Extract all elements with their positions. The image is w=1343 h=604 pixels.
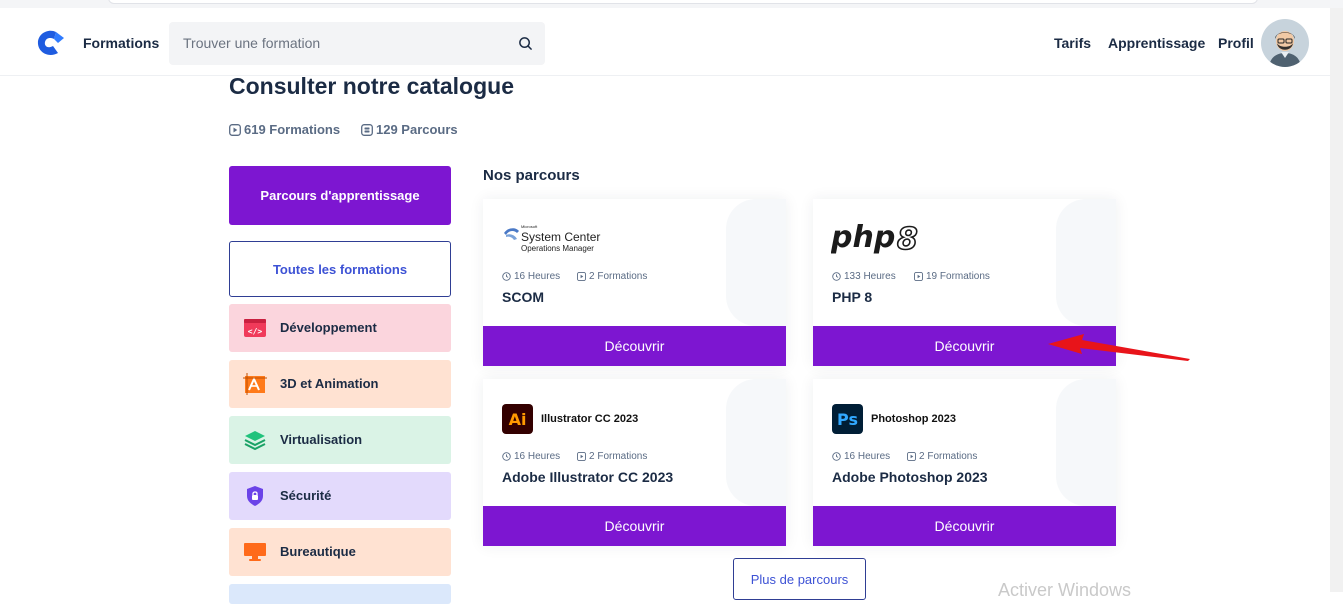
play-icon [907, 452, 916, 461]
page-title: Consulter notre catalogue [229, 73, 514, 99]
category-virtualisation[interactable]: Virtualisation [229, 416, 451, 464]
card-hours: 16 Heures [832, 451, 890, 462]
photoshop-logo-icon: Ps [832, 404, 863, 434]
monitor-icon [244, 543, 266, 561]
toutes-formations-button[interactable]: Toutes les formations [229, 241, 451, 297]
category-label: Virtualisation [280, 432, 363, 447]
card-decoration [726, 379, 786, 506]
card-title: SCOM [502, 289, 544, 305]
card-hours: 133 Heures [832, 271, 896, 282]
address-bar-edge [108, 0, 1258, 4]
brand-logo-icon[interactable] [36, 29, 66, 57]
system-center-logo-icon: Microsoft System Center Operations Manag… [504, 224, 600, 253]
nav-formations-link[interactable]: Formations [83, 35, 159, 51]
category-label: Bureautique [280, 544, 356, 559]
decouvrir-button[interactable]: Découvrir [813, 506, 1116, 546]
shield-lock-icon [247, 486, 263, 506]
illustrator-logo-icon: Ai [502, 404, 533, 434]
decouvrir-button[interactable]: Découvrir [483, 326, 786, 366]
vertical-scrollbar[interactable] [1330, 8, 1343, 592]
section-title: Nos parcours [483, 167, 580, 184]
clock-icon [832, 272, 841, 281]
category-label: Développement [280, 320, 377, 335]
category-3d-animation[interactable]: 3D et Animation [229, 360, 451, 408]
card-hours: 16 Heures [502, 451, 560, 462]
category-securite[interactable]: Sécurité [229, 472, 451, 520]
svg-text:Ps: Ps [837, 410, 858, 429]
clock-icon [832, 452, 841, 461]
card-formations-count: 2 Formations [577, 451, 647, 462]
stat-parcours: 129 Parcours [361, 122, 458, 137]
svg-text:php: php [831, 221, 895, 255]
search-box[interactable] [169, 22, 545, 65]
card-formations-text: 2 Formations [919, 451, 978, 462]
svg-text:8: 8 [897, 222, 918, 257]
category-next-partial[interactable] [229, 584, 451, 604]
stat-parcours-text: 129 Parcours [376, 122, 458, 137]
category-label: 3D et Animation [280, 376, 379, 391]
svg-text:</>: </> [248, 327, 263, 336]
card-title: Adobe Illustrator CC 2023 [502, 469, 674, 485]
search-input[interactable] [183, 33, 503, 53]
play-icon [914, 272, 923, 281]
play-icon [577, 452, 586, 461]
play-icon [229, 123, 241, 136]
card-title: PHP 8 [832, 289, 873, 305]
decouvrir-button[interactable]: Découvrir [483, 506, 786, 546]
card-hours-text: 16 Heures [514, 451, 561, 462]
card-hours-text: 133 Heures [844, 271, 896, 282]
play-icon [577, 272, 586, 281]
card-logo-label: Illustrator CC 2023 [541, 413, 639, 425]
category-label: Sécurité [280, 488, 332, 503]
nav-apprentissage-link[interactable]: Apprentissage [1108, 35, 1205, 51]
annotation-arrow-icon [1048, 334, 1190, 361]
category-bureautique[interactable]: Bureautique [229, 528, 451, 576]
windows-activation-watermark: Activer Windows [998, 580, 1132, 600]
svg-text:System Center: System Center [521, 230, 600, 244]
layers-icon [244, 431, 266, 451]
course-card-illustrator[interactable]: Ai Illustrator CC 2023 16 Heures 2 Forma… [483, 379, 786, 546]
card-formations-count: 2 Formations [907, 451, 977, 462]
course-card-photoshop[interactable]: Ps Photoshop 2023 16 Heures 2 Formations… [813, 379, 1116, 546]
card-formations-text: 2 Formations [589, 271, 648, 282]
card-decoration [1056, 199, 1116, 326]
user-avatar-icon [1269, 31, 1301, 67]
card-decoration [1056, 379, 1116, 506]
card-formations-count: 19 Formations [914, 271, 990, 282]
browser-frame-strip [0, 0, 1343, 8]
stat-formations-text: 619 Formations [244, 122, 341, 137]
clock-icon [502, 272, 511, 281]
card-logo-label: Photoshop 2023 [871, 413, 956, 425]
artboard-icon [243, 373, 267, 395]
avatar[interactable] [1261, 19, 1309, 67]
card-hours-text: 16 Heures [514, 271, 561, 282]
parcours-apprentissage-button[interactable]: Parcours d'apprentissage [229, 166, 451, 225]
course-card-scom[interactable]: Microsoft System Center Operations Manag… [483, 199, 786, 366]
plus-de-parcours-button[interactable]: Plus de parcours [733, 558, 866, 600]
card-formations-text: 2 Formations [589, 451, 648, 462]
category-developpement[interactable]: </> Développement [229, 304, 451, 352]
card-hours: 16 Heures [502, 271, 560, 282]
svg-text:Ai: Ai [509, 410, 527, 429]
top-navbar: Formations Tarifs Apprentissage Profil [0, 8, 1330, 76]
card-hours-text: 16 Heures [844, 451, 891, 462]
stack-icon [361, 123, 373, 136]
clock-icon [502, 452, 511, 461]
card-formations-count: 2 Formations [577, 271, 647, 282]
svg-text:Microsoft: Microsoft [521, 224, 538, 229]
card-title: Adobe Photoshop 2023 [832, 469, 988, 485]
search-icon[interactable] [518, 36, 533, 51]
nav-tarifs-link[interactable]: Tarifs [1054, 35, 1091, 51]
code-window-icon: </> [244, 319, 266, 337]
svg-text:Operations Manager: Operations Manager [521, 244, 594, 253]
card-formations-text: 19 Formations [926, 271, 990, 282]
php-logo-icon: php 8 [831, 221, 919, 257]
nav-profil-link[interactable]: Profil [1218, 35, 1254, 51]
card-decoration [726, 199, 786, 326]
stat-formations: 619 Formations [229, 122, 340, 137]
